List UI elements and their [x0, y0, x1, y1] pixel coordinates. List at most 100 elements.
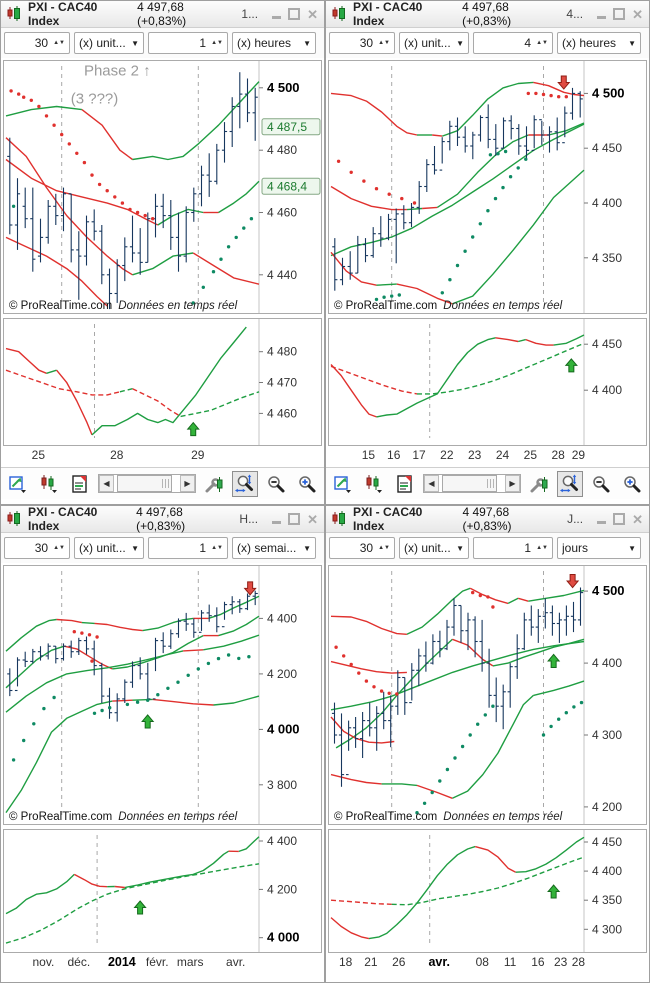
- price-axis-label: 4 400: [592, 864, 622, 878]
- price-axis-label: 4 480: [267, 345, 297, 359]
- report-icon[interactable]: [392, 471, 418, 497]
- price-axis-label: 4 200: [267, 882, 297, 896]
- scrollbar-thumb[interactable]: [441, 475, 498, 492]
- window-titlebar[interactable]: PXI - CAC40 Index 4 497,68 (+0,83%) 1...…: [1, 1, 324, 28]
- close-button[interactable]: ✕: [307, 513, 318, 526]
- chart-settings-icon[interactable]: [526, 471, 552, 497]
- watermark: © ProRealTime.com Données en temps réel: [9, 300, 238, 312]
- export-chart-icon[interactable]: [330, 471, 356, 497]
- zoom-in-icon[interactable]: [619, 471, 645, 497]
- spinner-arrows-icon[interactable]: ▲▼: [377, 40, 394, 46]
- timeframe-dropdown[interactable]: jours ▼: [557, 537, 641, 559]
- units-count-spinner[interactable]: 30 ▲▼: [4, 32, 70, 54]
- minimize-button[interactable]: [272, 521, 282, 524]
- spinner-arrows-icon[interactable]: ▲▼: [535, 40, 552, 46]
- chart-window-4h: PXI - CAC40 Index 4 497,68 (+0,83%) 4...…: [325, 0, 650, 505]
- zoom-selection-icon[interactable]: [557, 470, 583, 497]
- scrollbar-track[interactable]: [439, 475, 505, 492]
- indicator-chart-svg: 4 400 4 200 4 000: [5, 830, 300, 952]
- price-axis-label: 4 480: [267, 143, 297, 157]
- x-axis-label: 25: [31, 448, 46, 462]
- scrollbar-thumb[interactable]: [116, 475, 173, 492]
- zoom-out-icon[interactable]: [263, 471, 289, 497]
- spinner-arrows-icon[interactable]: ▲▼: [52, 545, 69, 551]
- chevron-down-icon: ▼: [131, 543, 139, 553]
- minimize-button[interactable]: [597, 521, 607, 524]
- timeframe-dropdown[interactable]: (x) semai... ▼: [232, 537, 316, 559]
- timeframe-count-spinner[interactable]: 1 ▲▼: [148, 537, 228, 559]
- units-type-dropdown[interactable]: (x) unit... ▼: [399, 32, 469, 54]
- chart-settings-icon[interactable]: [201, 471, 227, 497]
- maximize-button[interactable]: [613, 513, 626, 525]
- price-axis-label: 4 200: [592, 800, 622, 814]
- chart-type-icon[interactable]: [36, 471, 62, 497]
- price-axis-label: 4 500: [592, 85, 625, 100]
- main-chart[interactable]: 4 400 4 200 4 000 3 800 © ProRealTime.com Do…: [3, 565, 322, 825]
- indicator-chart[interactable]: 4 480 4 470 4 460: [3, 318, 322, 446]
- time-scrollbar[interactable]: ◀ ▶: [423, 474, 521, 493]
- chart-bottom-toolbar: ◀ ▶: [326, 467, 649, 499]
- timeframe-count-spinner[interactable]: 1 ▲▼: [473, 537, 553, 559]
- close-button[interactable]: ✕: [307, 8, 318, 21]
- chevron-down-icon: ▼: [456, 38, 464, 48]
- close-button[interactable]: ✕: [632, 513, 643, 526]
- x-axis-label: 28: [110, 448, 124, 462]
- spinner-arrows-icon[interactable]: ▲▼: [535, 545, 552, 551]
- price-axis-label: 4 460: [267, 406, 297, 420]
- indicator-chart[interactable]: 4 450 4 400: [328, 318, 647, 446]
- timeframe-count-spinner[interactable]: 4 ▲▼: [473, 32, 553, 54]
- candlestick-icon: [7, 6, 21, 22]
- units-type-dropdown[interactable]: (x) unit... ▼: [74, 32, 144, 54]
- spinner-arrows-icon[interactable]: ▲▼: [52, 40, 69, 46]
- scroll-right-button[interactable]: ▶: [180, 475, 195, 492]
- maximize-button[interactable]: [288, 8, 301, 20]
- timeframe-count-spinner[interactable]: 1 ▲▼: [148, 32, 228, 54]
- zoom-out-icon[interactable]: [588, 471, 614, 497]
- spinner-arrows-icon[interactable]: ▲▼: [210, 40, 227, 46]
- export-chart-icon[interactable]: [5, 471, 31, 497]
- time-scrollbar[interactable]: ◀ ▶: [98, 474, 196, 493]
- watermark: © ProRealTime.com Données en temps réel: [9, 811, 238, 823]
- report-icon[interactable]: [67, 471, 93, 497]
- maximize-button[interactable]: [613, 8, 626, 20]
- window-titlebar[interactable]: PXI - CAC40 Index 4 497,68 (+0,83%) 4...…: [326, 1, 649, 28]
- zoom-in-icon[interactable]: [294, 471, 320, 497]
- zoom-selection-icon[interactable]: [232, 470, 258, 497]
- scroll-left-button[interactable]: ◀: [424, 475, 439, 492]
- x-axis-label: 08: [475, 955, 489, 969]
- minimize-button[interactable]: [597, 16, 607, 19]
- units-count-spinner[interactable]: 30 ▲▼: [329, 32, 395, 54]
- scroll-left-button[interactable]: ◀: [99, 475, 114, 492]
- maximize-button[interactable]: [288, 513, 301, 525]
- timeframe-dropdown[interactable]: (x) heures ▼: [557, 32, 641, 54]
- window-titlebar[interactable]: PXI - CAC40 Index 4 497,68 (+0,83%) H...…: [1, 506, 324, 533]
- buy-signal-arrow: [547, 653, 561, 668]
- price-axis-label: 4 450: [592, 141, 622, 155]
- spinner-arrows-icon[interactable]: ▲▼: [210, 545, 227, 551]
- scrollbar-track[interactable]: [114, 475, 180, 492]
- x-axis-label: févr.: [145, 955, 169, 969]
- window-titlebar[interactable]: PXI - CAC40 Index 4 497,68 (+0,83%) J...…: [326, 506, 649, 533]
- instrument-name: PXI - CAC40 Index: [28, 0, 98, 28]
- indicator-chart[interactable]: 4 400 4 200 4 000: [3, 829, 322, 953]
- close-button[interactable]: ✕: [632, 8, 643, 21]
- minimize-button[interactable]: [272, 16, 282, 19]
- main-chart[interactable]: 4 500 4 450 4 400 4 350 © ProRealTime.com Do…: [328, 60, 647, 314]
- prorealtime-workspace: PXI - CAC40 Index 4 497,68 (+0,83%) 1...…: [0, 0, 650, 983]
- timeframe-abbrev: 1...: [241, 7, 259, 21]
- units-type-dropdown[interactable]: (x) unit... ▼: [399, 537, 469, 559]
- units-count-spinner[interactable]: 30 ▲▼: [4, 537, 70, 559]
- units-count-spinner[interactable]: 30 ▲▼: [329, 537, 395, 559]
- indicator-chart[interactable]: 4 450 4 400 4 350 4 300: [328, 829, 647, 953]
- main-chart[interactable]: 4 500 4 400 4 300 4 200 © ProRealTime.com Do…: [328, 565, 647, 825]
- scroll-right-button[interactable]: ▶: [505, 475, 520, 492]
- timeframe-dropdown[interactable]: (x) heures ▼: [232, 32, 316, 54]
- price-axis-label: 4 000: [267, 721, 300, 736]
- chart-type-icon[interactable]: [361, 471, 387, 497]
- units-type-dropdown[interactable]: (x) unit... ▼: [74, 537, 144, 559]
- price-tag: 4 468,4: [267, 179, 307, 193]
- spinner-arrows-icon[interactable]: ▲▼: [377, 545, 394, 551]
- main-chart[interactable]: 4 500 4 480 4 460 4 440 4 487,5 4 468,4 Phase …: [3, 60, 322, 314]
- x-axis-label: 24: [495, 448, 510, 462]
- price-axis-label: 4 470: [267, 376, 297, 390]
